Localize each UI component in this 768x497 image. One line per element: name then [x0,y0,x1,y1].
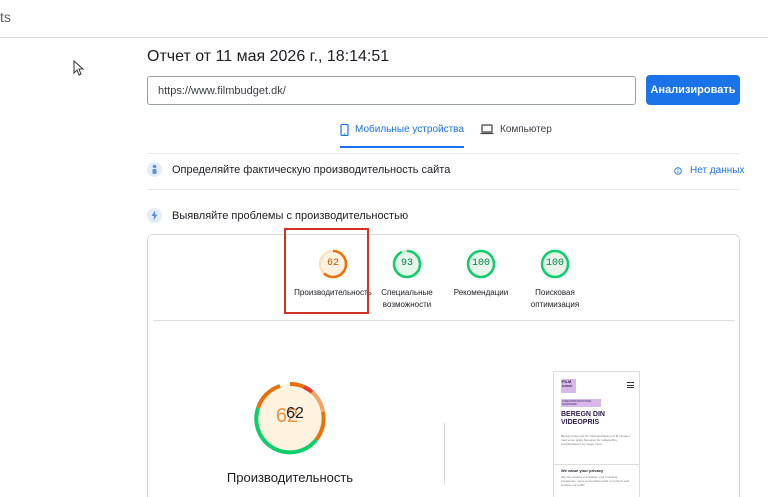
tab-mobile[interactable]: Мобильные устройства [340,124,464,148]
logo-text: FILM BUDGET [562,379,573,388]
page-screenshot-preview: FILM BUDGET VIDEOPRODUKTION DANMARK BERE… [553,371,640,497]
preview-body: Beregn prisen på din videoproduktion på … [561,434,630,446]
cookie-text: We use cookies to enhance your browsing … [561,475,630,487]
divider [147,189,740,190]
laptop-icon [480,124,494,135]
highlight-box [284,228,369,314]
info-icon [674,166,682,175]
preview-tag: VIDEOPRODUKTION DANMARK [561,399,601,407]
url-input[interactable] [147,76,636,105]
field-data-section: Определяйте фактическую производительнос… [147,162,450,177]
lab-data-title: Выявляйте проблемы с производительностью [172,209,409,222]
seo-label: Поисковая оптимизация [530,288,580,309]
analyze-button[interactable]: Анализировать [646,75,740,105]
vertical-divider [444,423,445,485]
preview-headline: BEREGN DIN VIDEOPRIS [561,411,605,426]
divider [147,153,740,154]
tab-desktop-label: Компьютер [500,124,552,135]
big-score-overlay: 62 [286,405,304,422]
field-data-title: Определяйте фактическую производительнос… [172,163,451,176]
lab-data-section: Выявляйте проблемы с производительностью [147,208,408,223]
no-data-link[interactable]: Нет данных [674,165,744,176]
topbar-text-fragment: ts [0,9,11,25]
accessibility-score: 93 [400,258,413,269]
best-practices-score: 100 [471,258,490,269]
person-icon [147,162,162,177]
hamburger-menu-icon [627,382,634,388]
cookie-title: We value your privacy [561,468,604,473]
top-bar: ts [0,0,768,38]
tab-desktop[interactable]: Компьютер [480,124,552,146]
tab-mobile-label: Мобильные устройства [355,124,464,135]
lightning-icon [147,208,162,223]
card-divider [153,320,735,321]
mouse-cursor-icon [73,60,85,76]
smartphone-icon [340,124,349,136]
big-score-label: Производительность [226,470,354,485]
cookie-divider [554,464,639,465]
seo-score: 100 [545,258,564,269]
report-title: Отчет от 11 мая 2026 г., 18:14:51 [147,48,390,65]
no-data-label: Нет данных [690,165,745,176]
